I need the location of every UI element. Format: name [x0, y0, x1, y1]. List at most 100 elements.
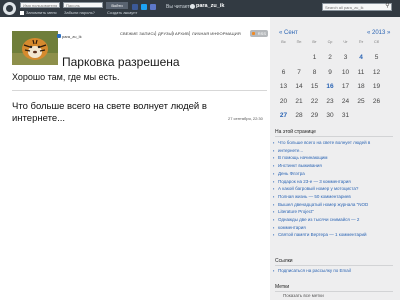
more-icon[interactable] — [150, 4, 156, 10]
calendar-day: 5 — [374, 54, 379, 61]
sidebar-post-title[interactable]: Вышел двенадцатый номер журнала "NOD — [278, 202, 368, 207]
sidebar-post-link[interactable]: В помощь начинающим — [273, 154, 328, 161]
sidebar-comment-count[interactable]: — 50 комментариев — [307, 194, 351, 199]
calendar-day: 12 — [372, 68, 381, 76]
sidebar-post-title[interactable]: Полная жизнь — [278, 194, 307, 199]
user-icon — [190, 4, 195, 9]
nav-divider — [155, 31, 156, 36]
sidebar-post-title[interactable]: интернете... — [278, 148, 303, 153]
calendar-weekday: Вс — [281, 40, 286, 44]
calendar-day: 25 — [357, 97, 365, 105]
sidebar-divider — [275, 136, 393, 137]
sidebar-comment-count[interactable]: — 1 комментарий — [328, 232, 366, 237]
remember-label: Запомнить меня — [26, 10, 57, 15]
sidebar-post-title[interactable]: Подарок на 23-е — [278, 179, 312, 184]
nav-recent[interactable]: СВЕЖИЕ ЗАПИСИ — [120, 31, 156, 36]
calendar-day: 1 — [312, 54, 317, 61]
post-date[interactable]: 27 сентября, 22:30 — [228, 116, 263, 121]
sidebar-post-link[interactable]: Святой памяти Вертера — 1 комментарий — [273, 231, 367, 238]
sidebar-post-title[interactable]: Инстинкт выживания — [278, 163, 322, 168]
twitter-icon[interactable] — [141, 4, 147, 10]
sidebar-post-title[interactable]: День Флэтра — [278, 171, 305, 176]
sidebar-post-link[interactable]: Literature Project" — [273, 208, 314, 215]
calendar-day[interactable]: 16 — [324, 81, 337, 93]
sidebar-post-link[interactable]: комментария — [273, 224, 306, 231]
calendar-weekday: Сб — [374, 40, 379, 44]
sidebar-post-title[interactable]: А какой багровый номер у мотоциста? — [278, 186, 358, 191]
userpic-tiger[interactable] — [12, 31, 58, 65]
calendar-day: 19 — [372, 83, 381, 90]
sidebar-post-link[interactable]: интернете... — [273, 147, 303, 154]
calendar-day: 29 — [310, 112, 319, 119]
calendar-day[interactable]: 27 — [277, 110, 290, 122]
calendar-day: 14 — [295, 83, 303, 90]
rss-button[interactable]: RSS — [250, 30, 268, 37]
calendar-day: 6 — [281, 68, 286, 76]
calendar-day: 23 — [326, 97, 334, 105]
sidebar-post-link[interactable]: Полная жизнь — 50 комментариев — [273, 193, 351, 200]
sidebar-comment-count[interactable]: — 2 — [350, 217, 359, 222]
calendar-weekday: Вт — [312, 40, 317, 44]
post-divider — [12, 90, 267, 91]
calendar-day: 7 — [297, 68, 301, 76]
sidebar-post-link[interactable]: Подарок на 23-е — 3 комментария — [273, 178, 351, 185]
sidebar-post-link[interactable]: Вышел двенадцатый номер журнала "NOD — [273, 201, 368, 208]
top-bar: Войти Запомнить меня Забыли пароль? Созд… — [0, 0, 400, 17]
sidebar-post-title[interactable]: Что больше всего на свете волнует людей … — [278, 140, 370, 145]
password-input[interactable] — [63, 2, 103, 8]
calendar-day: 28 — [295, 112, 303, 119]
calendar-prev-month[interactable]: « Сент — [279, 30, 298, 36]
calendar-day: 20 — [279, 97, 288, 105]
nav-profile[interactable]: ЛИЧНАЯ ИНФОРМАЦИЯ — [192, 31, 241, 36]
sidebar-links-heading: Ссылки — [275, 258, 293, 264]
sidebar-post-title[interactable]: Однажды две из тысячи снимайся — [278, 217, 350, 222]
site-logo-icon[interactable] — [3, 2, 16, 15]
sidebar-comment-count[interactable]: — 3 комментария — [312, 179, 351, 184]
nav-divider — [172, 31, 173, 36]
calendar-weekday: Ср — [327, 40, 333, 44]
calendar-year-nav[interactable]: « 2013 » — [367, 30, 390, 36]
calendar-day: 18 — [357, 83, 365, 90]
calendar-day: 26 — [372, 97, 381, 105]
nav-archive[interactable]: АРХИВ — [175, 31, 189, 36]
sidebar-divider — [275, 291, 393, 292]
sidebar-page-heading: На этой странице — [275, 129, 316, 135]
create-account-link[interactable]: Создать аккаунт — [107, 10, 137, 15]
calendar-day: 13 — [279, 83, 288, 90]
subscribe-email-link[interactable]: Подписаться на рассылку по Email — [273, 267, 351, 274]
calendar-day: 3 — [343, 54, 348, 61]
sidebar-post-title[interactable]: комментария — [278, 225, 306, 230]
sidebar-post-title[interactable]: Literature Project" — [278, 209, 314, 214]
search-input[interactable] — [322, 3, 392, 11]
blog-username[interactable]: para_zu_ik — [62, 34, 82, 39]
calendar-day: 11 — [357, 68, 365, 76]
sidebar-post-link[interactable]: День Флэтра — [273, 170, 305, 177]
sidebar-post-link[interactable]: А какой багровый номер у мотоциста? — [273, 185, 358, 192]
sidebar-post-link[interactable]: Что больше всего на свете волнует людей … — [273, 139, 370, 146]
all-tags-link[interactable]: Показать все метки — [283, 293, 324, 298]
calendar-day: 9 — [328, 68, 332, 76]
remember-checkbox[interactable] — [20, 11, 24, 15]
calendar-weekday: Чт — [343, 40, 348, 44]
sidebar-post-title[interactable]: В помощь начинающим — [278, 155, 328, 160]
post-body: Хорошо там, где мы есть. — [12, 72, 120, 82]
login-button[interactable]: Войти — [106, 2, 128, 9]
username-input[interactable] — [20, 2, 60, 8]
sidebar-divider — [275, 265, 393, 266]
post-title[interactable]: Парковка разрешена — [62, 55, 180, 69]
forgot-password-link[interactable]: Забыли пароль? — [64, 10, 95, 15]
facebook-icon[interactable] — [132, 4, 138, 10]
post-entry-text[interactable]: Что больше всего на свете волнует людей … — [12, 101, 217, 125]
calendar-day: 21 — [295, 97, 303, 105]
journal-name[interactable]: para_zu_ik — [196, 3, 224, 9]
rss-label: RSS — [257, 31, 266, 36]
search-icon[interactable]: ⚲ — [384, 3, 391, 10]
calendar-day: 2 — [328, 54, 332, 61]
sidebar-post-link[interactable]: Однажды две из тысячи снимайся — 2 — [273, 216, 359, 223]
user-badge-icon — [57, 34, 61, 38]
calendar-weekday: Пт — [358, 40, 364, 44]
calendar-day[interactable]: 4 — [355, 52, 368, 64]
calendar-day: 15 — [310, 83, 319, 90]
sidebar-post-title[interactable]: Святой памяти Вертера — [278, 232, 328, 237]
sidebar-post-link[interactable]: Инстинкт выживания — [273, 162, 322, 169]
